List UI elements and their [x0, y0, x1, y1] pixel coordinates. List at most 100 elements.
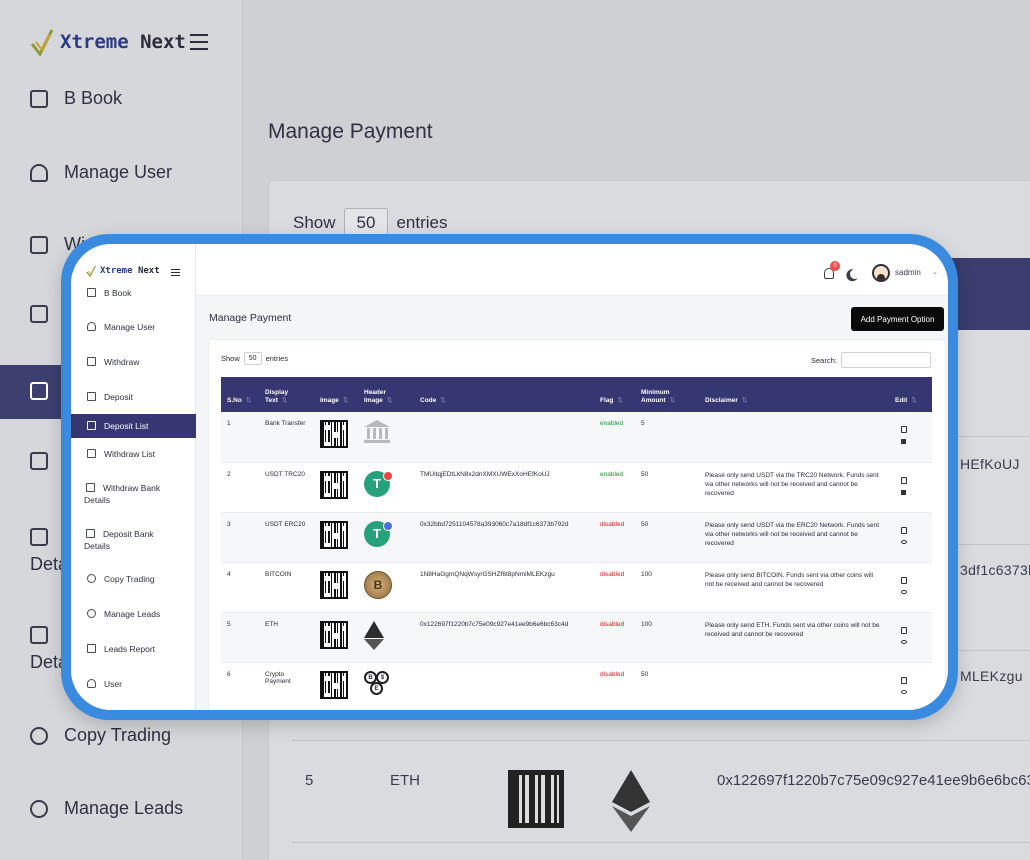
table-row: 6 Crypto Payment B $ E disabled 50 [221, 662, 932, 710]
cell-display-text: Crypto Payment [259, 662, 314, 710]
sidebar-item-deposit[interactable]: Deposit [71, 392, 196, 414]
cell-sno: 3 [221, 512, 259, 563]
notification-count-badge: 0 [830, 261, 840, 271]
eye-icon[interactable] [901, 689, 907, 694]
sort-icon: ⇅ [342, 397, 349, 404]
sort-icon: ⇅ [669, 397, 676, 404]
edit-icon[interactable] [901, 576, 907, 584]
search-input[interactable] [840, 352, 931, 368]
bg-book-icon [30, 89, 48, 108]
bg-archive-icon [30, 235, 48, 254]
column-header-display-text[interactable]: Display Text ⇅ [259, 377, 314, 412]
avatar[interactable] [872, 264, 890, 282]
bg-nav-bbook: B Book [30, 88, 122, 109]
edit-icon[interactable] [901, 526, 907, 534]
tether-erc20-icon: T [364, 520, 393, 547]
cell-sno: 2 [221, 462, 259, 513]
cell-flag: disabled [594, 562, 635, 613]
bg-logo: Xtreme Next [30, 28, 186, 56]
eye-icon[interactable] [901, 539, 907, 544]
bg-archive-icon [30, 626, 48, 644]
cell-display-text: ETH [259, 612, 314, 663]
column-header-edit[interactable]: Edit ⇅ [889, 377, 932, 412]
chevron-down-icon[interactable]: ⌄ [932, 268, 938, 276]
bg-nav-deposit [30, 305, 48, 323]
add-payment-option-button[interactable]: Add Payment Option [851, 307, 944, 331]
cell-code: 1N8HaGgmQNqWsyrGSHZf6t8pNmiMLEKzgu [414, 562, 594, 613]
archive-icon [86, 483, 95, 492]
ethereum-icon [364, 620, 384, 651]
trash-icon[interactable] [901, 489, 906, 495]
cell-minimum-amount: 50 [635, 512, 699, 563]
cell-minimum-amount: 50 [635, 462, 699, 513]
column-header-disclaimer[interactable]: Disclaimer ⇅ [699, 377, 889, 412]
cell-disclaimer [699, 412, 889, 463]
bg-archive-icon [30, 305, 48, 323]
table-row: 4 BITCOIN B 1N8HaGgmQNqWsyrGSHZf6t8pNmiM… [221, 562, 932, 613]
table-row: 3 USDT ERC20 T 0x32bbd7251104578a393060c… [221, 512, 932, 563]
dark-mode-moon-icon[interactable] [849, 268, 862, 281]
top-bar: 0 sadmin ⌄ [196, 244, 948, 296]
logo-mark-icon [86, 265, 96, 277]
sort-icon: ⇅ [911, 397, 917, 404]
sidebar-item-bbook[interactable]: B Book [71, 288, 196, 322]
page-title: Manage Payment [209, 312, 292, 324]
bg-qr-image [508, 770, 564, 828]
sidebar: Xtreme Next B Book Manage User Withdraw … [71, 244, 196, 710]
sort-icon: ⇅ [440, 397, 446, 404]
edit-icon[interactable] [901, 676, 907, 684]
sort-icon: ⇅ [386, 397, 393, 404]
eye-icon[interactable] [901, 589, 907, 594]
cell-sno: 4 [221, 562, 259, 613]
table-row: 5 ETH 0x122697f1220b7c75e09c927e41ee9b6e… [221, 612, 932, 663]
cell-sno: 5 [221, 612, 259, 663]
username[interactable]: sadmin [895, 268, 921, 277]
sidebar-item-withdraw[interactable]: Withdraw [71, 357, 196, 392]
logo[interactable]: Xtreme Next [85, 265, 160, 277]
column-header-header-image[interactable]: Header Image ⇅ [358, 377, 414, 412]
sidebar-item-copy-trading[interactable]: Copy Trading [71, 566, 196, 601]
payment-table-card: Show 50 entries Search: S.No ⇅ Display Te… [209, 340, 945, 710]
cell-display-text: USDT TRC20 [259, 462, 314, 513]
bg-row5-code: 0x122697f1220b7c75e09c927e41ee9b6e6bc63 [717, 772, 1030, 789]
users-icon [87, 322, 96, 331]
sidebar-item-manage-leads[interactable]: Manage Leads [71, 601, 196, 636]
edit-icon[interactable] [901, 476, 907, 484]
column-header-flag[interactable]: Flag ⇅ [594, 377, 635, 412]
qr-code-image [320, 470, 348, 499]
bg-nav-deposit-bank [30, 626, 48, 644]
sidebar-item-manage-user[interactable]: Manage User [71, 322, 196, 357]
sidebar-item-withdraw-list[interactable]: Withdraw List [71, 438, 196, 473]
archive-icon [87, 392, 96, 401]
column-header-sno[interactable]: S.No ⇅ [221, 377, 259, 412]
column-header-minimum-amount[interactable]: Minimum Amount ⇅ [635, 377, 699, 412]
archive-icon [87, 449, 96, 458]
bg-code-fragment-3: MLEKzgu [960, 668, 1023, 684]
bg-row5-text: ETH [390, 772, 420, 789]
cell-display-text: Bank Transfer [259, 412, 314, 463]
trash-icon[interactable] [901, 439, 906, 444]
book-icon [87, 288, 96, 297]
sidebar-item-deposit-bank[interactable]: Deposit Bank Details [71, 519, 196, 566]
sidebar-item-withdraw-bank[interactable]: Withdraw Bank Details [71, 473, 196, 519]
table-row: 1 Bank Transfer enabled 5 [221, 412, 932, 463]
user-plus-icon [87, 574, 96, 583]
column-header-code[interactable]: Code ⇅ [414, 377, 594, 412]
menu-toggle-icon[interactable] [171, 269, 180, 278]
sidebar-item-leads-report[interactable]: Leads Report [71, 636, 196, 671]
entries-select[interactable]: 50 [243, 352, 262, 365]
bg-logo-part2: Next [140, 31, 186, 53]
sidebar-item-deposit-list[interactable]: Deposit List [71, 414, 196, 438]
eye-icon[interactable] [901, 639, 907, 644]
cell-disclaimer [699, 662, 889, 710]
bg-check-circle-icon [30, 799, 48, 818]
sort-icon: ⇅ [617, 397, 623, 404]
edit-icon[interactable] [901, 626, 907, 634]
sidebar-item-user[interactable]: User [71, 671, 196, 691]
column-header-image[interactable]: Image ⇅ [314, 377, 358, 412]
edit-icon[interactable] [901, 426, 907, 433]
user-icon [87, 679, 96, 688]
cell-flag: enabled [594, 412, 635, 463]
qr-code-image [320, 670, 348, 699]
main-content: Manage Payment Add Payment Option Show 5… [196, 296, 948, 710]
